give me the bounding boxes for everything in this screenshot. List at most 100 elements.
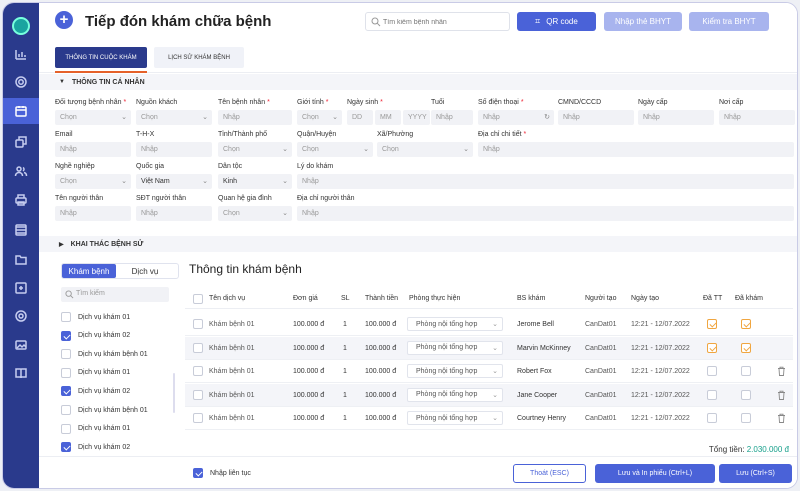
refresh-icon[interactable]: ↻ (544, 113, 550, 121)
table-row[interactable]: Khám bệnh 01 100.000 đ 1 100.000 đ Robert Fo… (185, 360, 793, 383)
trash-icon[interactable] (777, 413, 786, 423)
ethnicity-select[interactable]: Kinh ⌄ (218, 174, 292, 189)
continuous-entry-toggle[interactable]: Nhập liên tục (193, 468, 251, 478)
examined-checkbox[interactable] (741, 319, 751, 329)
tab-history[interactable]: LỊCH SỬ KHÁM BỆNH (154, 47, 244, 68)
phone-field[interactable]: Nhập ↻ (478, 110, 554, 125)
exit-button[interactable]: Thoát (ESC) (513, 464, 586, 483)
examined-checkbox[interactable] (741, 366, 751, 376)
occupation-select[interactable]: Chọn ⌄ (55, 174, 131, 189)
patient-name-field[interactable]: Nhập (218, 110, 292, 125)
save-button[interactable]: Lưu (Ctrl+S) (719, 464, 792, 483)
province-select[interactable]: Chọn ⌄ (218, 142, 292, 157)
room-select[interactable]: Phòng nội tổng hợp ⌄ (407, 387, 503, 402)
paid-checkbox[interactable] (707, 342, 717, 353)
service-checkbox[interactable] (61, 349, 71, 360)
check-insurance-button[interactable]: Kiểm tra BHYT (689, 12, 769, 31)
row-checkbox[interactable] (193, 389, 203, 400)
relationship-select[interactable]: Chọn ⌄ (218, 206, 292, 221)
qr-code-button[interactable]: ⌗ QR code (517, 12, 596, 31)
service-checkbox[interactable] (61, 442, 71, 453)
box-icon[interactable] (3, 275, 39, 301)
age-field[interactable]: Nhập (431, 110, 473, 125)
service-list-item[interactable]: Dịch vụ khám 01 (61, 310, 173, 324)
scrollbar[interactable] (173, 373, 175, 413)
service-checkbox[interactable] (61, 423, 71, 434)
visit-reason-field[interactable]: Nhập (297, 174, 794, 189)
patient-search-input[interactable] (383, 15, 505, 29)
service-list-item[interactable]: Dịch vụ khám bệnh 01 (61, 347, 173, 361)
thx-field[interactable]: Nhập (136, 142, 212, 157)
folder-icon[interactable] (3, 246, 39, 272)
service-checkbox[interactable] (61, 367, 71, 378)
image-icon[interactable] (3, 332, 39, 358)
examined-checkbox[interactable] (741, 342, 751, 353)
users-icon[interactable] (3, 158, 39, 184)
target-icon[interactable] (3, 303, 39, 329)
issue-date-field[interactable]: Nhập (638, 110, 714, 125)
chart-icon[interactable] (3, 41, 39, 67)
calendar-icon[interactable] (3, 98, 39, 124)
service-checkbox[interactable] (61, 312, 71, 322)
gear-icon[interactable] (3, 69, 39, 95)
patient-type-select[interactable]: Chọn ⌄ (55, 110, 131, 125)
book-icon[interactable] (3, 360, 39, 386)
paid-checkbox[interactable] (707, 389, 717, 400)
service-search-input[interactable]: Tìm kiếm (61, 287, 169, 302)
table-row[interactable]: Khám bệnh 01 100.000 đ 1 100.000 đ Marvin Mc… (185, 336, 793, 360)
service-list-item[interactable]: Dịch vụ khám 02 (61, 440, 173, 454)
patient-search[interactable] (365, 12, 510, 31)
address-field[interactable]: Nhập (478, 142, 794, 157)
issue-place-field[interactable]: Nhập (719, 110, 795, 125)
enter-insurance-button[interactable]: Nhập thẻ BHYT (604, 12, 682, 31)
history-section[interactable]: ▶ KHAI THÁC BỆNH SỬ (39, 236, 797, 252)
tab-exam[interactable]: Khám bệnh (62, 264, 116, 278)
row-checkbox[interactable] (193, 413, 203, 423)
gender-select[interactable]: Chọn ⌄ (297, 110, 342, 125)
row-checkbox[interactable] (193, 366, 203, 376)
relative-name-field[interactable]: Nhập (55, 206, 131, 221)
service-list-item[interactable]: Dịch vụ khám 02 (61, 384, 173, 398)
examined-checkbox[interactable] (741, 413, 751, 423)
select-all-checkbox[interactable] (193, 294, 203, 304)
email-field[interactable]: Nhập (55, 142, 131, 157)
save-print-button[interactable]: Lưu và In phiếu (Ctrl+L) (595, 464, 715, 483)
table-row[interactable]: Khám bệnh 01 100.000 đ 1 100.000 đ Jerome Be… (185, 313, 793, 336)
room-select[interactable]: Phòng nội tổng hợp ⌄ (407, 411, 503, 425)
country-select[interactable]: Việt Nam ⌄ (136, 174, 212, 189)
service-list-item[interactable]: Dịch vụ khám 01 (61, 366, 173, 380)
service-list-item[interactable]: Dịch vụ khám 01 (61, 422, 173, 436)
room-select[interactable]: Phòng nội tổng hợp ⌄ (407, 364, 503, 378)
service-checkbox[interactable] (61, 405, 71, 415)
service-checkbox[interactable] (61, 386, 71, 397)
row-checkbox[interactable] (193, 319, 203, 329)
dob-year-field[interactable]: YYYY (403, 110, 430, 125)
stack-icon[interactable] (3, 217, 39, 243)
tab-service[interactable]: Dịch vụ (120, 264, 170, 278)
source-select[interactable]: Chọn ⌄ (136, 110, 212, 125)
paid-checkbox[interactable] (707, 319, 717, 329)
trash-icon[interactable] (777, 366, 786, 376)
row-checkbox[interactable] (193, 342, 203, 353)
add-button[interactable]: + (55, 11, 73, 29)
examined-checkbox[interactable] (741, 389, 751, 400)
room-select[interactable]: Phòng nội tổng hợp ⌄ (407, 317, 503, 331)
service-list-item[interactable]: Dịch vụ khám bệnh 01 (61, 403, 173, 417)
id-card-field[interactable]: Nhập (558, 110, 634, 125)
printer-icon[interactable] (3, 187, 39, 213)
paid-checkbox[interactable] (707, 413, 717, 423)
room-select[interactable]: Phòng nội tổng hợp ⌄ (407, 340, 503, 355)
dob-month-field[interactable]: MM (375, 110, 401, 125)
personal-info-section[interactable]: ▼ THÔNG TIN CÁ NHÂN (39, 74, 797, 90)
paid-checkbox[interactable] (707, 366, 717, 376)
table-row[interactable]: Khám bệnh 01 100.000 đ 1 100.000 đ Jane Coop… (185, 383, 793, 407)
ward-select[interactable]: Chọn ⌄ (377, 142, 473, 157)
service-list-item[interactable]: Dịch vụ khám 02 (61, 329, 173, 343)
dob-day-field[interactable]: DD (347, 110, 373, 125)
relative-address-field[interactable]: Nhập (297, 206, 794, 221)
layers-icon[interactable] (3, 129, 39, 155)
district-select[interactable]: Chọn ⌄ (297, 142, 373, 157)
table-row[interactable]: Khám bệnh 01 100.000 đ 1 100.000 đ Courtney … (185, 407, 793, 430)
service-checkbox[interactable] (61, 330, 71, 341)
relative-phone-field[interactable]: Nhập (136, 206, 212, 221)
